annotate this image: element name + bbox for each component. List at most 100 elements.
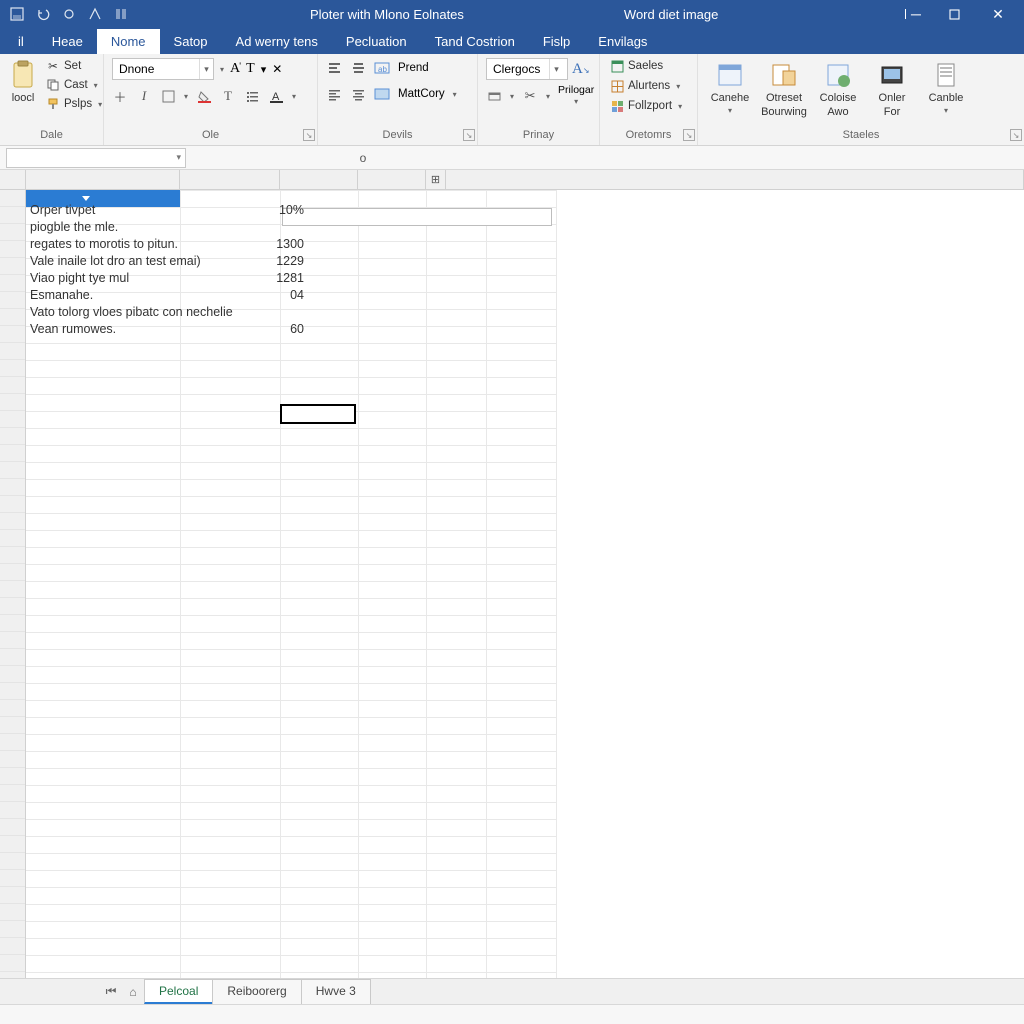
row-header[interactable] [0,734,25,751]
row-header[interactable] [0,479,25,496]
row-header[interactable] [0,462,25,479]
row-header[interactable] [0,496,25,513]
italic-icon[interactable]: I [136,88,152,104]
merge-label[interactable]: MattCory [398,88,445,100]
copy-button[interactable]: Cast▾ [44,77,104,93]
qat-redo-icon[interactable] [60,5,78,23]
row-header[interactable] [0,326,25,343]
row-header[interactable] [0,785,25,802]
decrease-font-icon[interactable]: ▾ [261,63,267,76]
sheet-tab-pelcoal[interactable]: Pelcoal [144,979,213,1004]
row-header[interactable] [0,292,25,309]
row-header[interactable] [0,683,25,700]
row-header[interactable] [0,598,25,615]
font-name-input[interactable] [113,62,199,76]
chevron-down-icon[interactable]: ▾ [199,59,213,79]
row-header[interactable] [0,394,25,411]
row-header[interactable] [0,717,25,734]
minimize-button[interactable]: ─ [888,0,932,28]
row-header[interactable] [0,904,25,921]
ribbon-tab-ad-werny-tens[interactable]: Ad werny tens [222,29,332,54]
data-row[interactable]: Vean rumowes.60 [30,321,306,338]
chevron-down-icon[interactable]: ▾ [549,59,563,79]
row-header[interactable] [0,513,25,530]
data-row[interactable]: Vale inaile lot dro an test emai)1229 [30,253,306,270]
col-header-b[interactable] [180,170,280,189]
col-header-c[interactable] [280,170,358,189]
row-header[interactable] [0,955,25,972]
ribbon-tab-satop[interactable]: Satop [160,29,222,54]
row-header[interactable] [0,275,25,292]
row-header[interactable] [0,853,25,870]
paste-button[interactable]: loocl [8,58,38,104]
row-header[interactable] [0,258,25,275]
chevron-down-icon[interactable]: ▾ [176,152,181,163]
row-header[interactable] [0,819,25,836]
row-header[interactable] [0,870,25,887]
font-style-a-icon[interactable]: A↘ [572,61,590,78]
row-header[interactable] [0,581,25,598]
clear-format-icon[interactable]: ✕ [272,62,282,76]
ribbon-tab-nome[interactable]: Nome [97,29,160,54]
font-t-icon[interactable]: T [246,61,255,77]
number-format-combobox[interactable]: ▾ [486,58,568,80]
font-color-icon[interactable]: A [268,88,284,104]
ribbon-bigbtn-coloise[interactable]: ColoiseAwo [814,58,862,118]
row-header[interactable] [0,224,25,241]
row-header[interactable] [0,836,25,853]
fill-color-icon[interactable] [196,88,212,104]
row-header[interactable] [0,360,25,377]
row-header[interactable] [0,768,25,785]
ribbon-bigbtn-canble[interactable]: Canble▾ [922,58,970,115]
scissors2-icon[interactable]: ✂ [522,88,538,104]
styles-item-3[interactable]: Follzport▾ [608,98,684,114]
row-header[interactable] [0,309,25,326]
dialog-launcher-icon[interactable]: ↘ [463,129,475,141]
font-name-combobox[interactable]: ▾ [112,58,214,80]
ribbon-tab-pecluation[interactable]: Pecluation [332,29,421,54]
editing-cell[interactable] [282,208,552,226]
row-header[interactable] [0,666,25,683]
row-header[interactable] [0,921,25,938]
dialog-launcher-icon[interactable]: ↘ [303,129,315,141]
row-header[interactable] [0,938,25,955]
align-center-icon[interactable] [350,86,366,102]
ribbon-bigbtn-otreset[interactable]: OtresetBourwing [760,58,808,118]
col-header-rest[interactable] [446,170,1024,189]
sheet-nav-home-icon[interactable]: ⌂ [122,981,144,1003]
qat-item-4-icon[interactable] [86,5,104,23]
row-header[interactable] [0,700,25,717]
data-row[interactable]: Orper tivpet10% [30,202,306,219]
merge-cells-icon[interactable] [374,86,390,102]
data-row[interactable]: Viao pight tye mul1281 [30,270,306,287]
select-all-corner[interactable] [0,170,26,189]
data-row[interactable]: Vato tolorg vloes pibatc con nechelie [30,304,306,321]
dialog-launcher-icon[interactable]: ↘ [1010,129,1022,141]
row-header[interactable] [0,887,25,904]
ribbon-bigbtn-onler[interactable]: OnlerFor [868,58,916,118]
worksheet-grid[interactable]: Orper tivpet10%piogble the mle.regates t… [0,190,1024,998]
row-header[interactable] [0,530,25,547]
row-header[interactable] [0,241,25,258]
maximize-button[interactable] [932,0,976,28]
sheet-nav-first-icon[interactable]: ⏮ [100,981,122,1003]
row-header[interactable] [0,649,25,666]
plus-icon[interactable]: ＋ [112,88,128,104]
ribbon-bigbtn-canehe[interactable]: Canehe▾ [706,58,754,115]
row-header[interactable] [0,802,25,819]
sheet-tab-hwve 3[interactable]: Hwve 3 [301,979,371,1004]
row-header[interactable] [0,207,25,224]
data-row[interactable]: piogble the mle. [30,219,306,236]
active-cell-cursor[interactable] [280,404,356,424]
font-t2-icon[interactable]: T [220,88,236,104]
sheet-tab-reiboorerg[interactable]: Reiboorerg [212,979,301,1004]
ribbon-tab-tand-costrion[interactable]: Tand Costrion [421,29,529,54]
row-header[interactable] [0,190,25,207]
number-format-input[interactable] [487,62,549,76]
merge-icon[interactable]: ab [374,60,390,76]
qat-item-5-icon[interactable] [112,5,130,23]
prilogar-label[interactable]: Prilogar [558,85,594,96]
currency-icon[interactable] [486,88,502,104]
dialog-launcher-icon[interactable]: ↘ [683,129,695,141]
list-icon[interactable] [244,88,260,104]
